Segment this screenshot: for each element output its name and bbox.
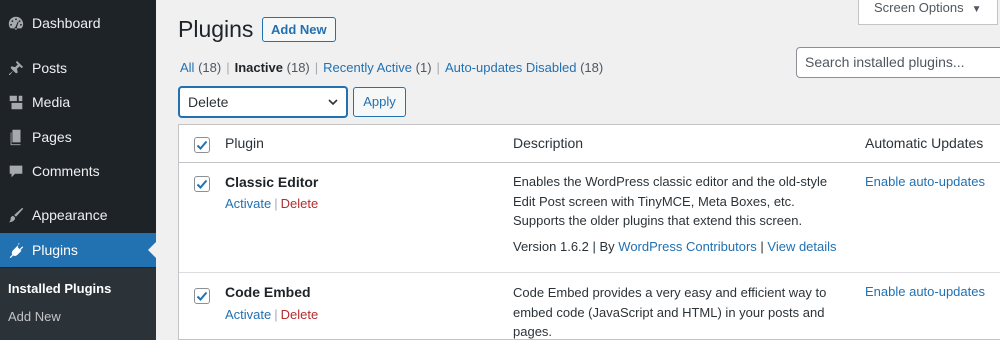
sidebar-item-label: Pages — [32, 129, 72, 145]
activate-link[interactable]: Activate — [225, 307, 271, 322]
filter-all-count: (18) — [198, 60, 222, 75]
plugins-submenu: Installed Plugins Add New — [0, 268, 156, 340]
page-title: Plugins — [178, 16, 254, 42]
chevron-down-icon — [328, 99, 338, 106]
column-automatic-updates: Automatic Updates — [865, 135, 984, 151]
pin-icon — [0, 59, 32, 77]
sidebar-item-appearance[interactable]: Appearance — [0, 198, 156, 232]
plugin-description: Code Embed provides a very easy and effi… — [513, 285, 827, 339]
screen-options-button[interactable]: Screen Options ▼ — [858, 0, 998, 25]
bulk-action-select[interactable]: Delete — [179, 87, 347, 117]
filter-recent-count: (1) — [415, 60, 432, 75]
filter-inactive-count: (18) — [286, 60, 310, 75]
sidebar-item-dashboard[interactable]: Dashboard — [0, 6, 156, 40]
checkmark-icon — [196, 179, 208, 189]
view-details-link[interactable]: View details — [767, 239, 836, 254]
submenu-installed-plugins[interactable]: Installed Plugins — [8, 281, 111, 296]
plugin-version: Version 1.6.2 — [513, 239, 589, 254]
checkmark-icon — [196, 291, 208, 301]
sidebar-item-label: Comments — [32, 163, 100, 179]
enable-auto-updates-link[interactable]: Enable auto-updates — [865, 284, 985, 299]
sidebar-item-label: Dashboard — [32, 15, 101, 31]
search-input[interactable]: Search installed plugins... — [796, 47, 1000, 78]
plugins-table: Plugin Description Automatic Updates Cla… — [178, 124, 1000, 340]
filter-recently-active[interactable]: Recently Active — [323, 60, 412, 75]
filter-auto-updates-disabled[interactable]: Auto-updates Disabled — [445, 60, 577, 75]
add-new-button[interactable]: Add New — [262, 17, 336, 42]
sidebar-item-label: Posts — [32, 60, 68, 76]
table-row: Code Embed Activate | Delete Code Embed pr… — [179, 272, 1000, 340]
filter-autoupd-count: (18) — [580, 60, 604, 75]
delete-link[interactable]: Delete — [281, 196, 319, 211]
sidebar-item-label: Appearance — [32, 207, 108, 223]
row-checkbox[interactable] — [194, 176, 210, 192]
admin-sidebar: Dashboard Posts Media Pages Comments App… — [0, 0, 156, 340]
delete-link[interactable]: Delete — [281, 307, 319, 322]
row-actions: Activate | Delete — [225, 307, 319, 322]
sidebar-item-pages[interactable]: Pages — [0, 120, 156, 154]
filter-all[interactable]: All — [180, 60, 194, 75]
caret-down-icon: ▼ — [971, 4, 982, 15]
table-row: Classic Editor Activate | Delete Enables t… — [179, 164, 1000, 272]
submenu-add-new[interactable]: Add New — [8, 309, 61, 324]
bulk-action-value: Delete — [188, 94, 229, 110]
plugin-name: Code Embed — [225, 284, 311, 300]
plugin-meta: Version 1.6.2 | By WordPress Contributor… — [513, 239, 837, 254]
plugin-icon — [0, 241, 32, 259]
brush-icon — [0, 206, 32, 224]
screen-options-label: Screen Options — [874, 0, 964, 15]
sidebar-item-media[interactable]: Media — [0, 85, 156, 119]
sidebar-item-plugins[interactable]: Plugins — [0, 233, 156, 267]
apply-button[interactable]: Apply — [353, 87, 406, 117]
column-plugin: Plugin — [225, 135, 264, 151]
page-icon — [0, 128, 32, 146]
author-link[interactable]: WordPress Contributors — [618, 239, 756, 254]
filter-inactive[interactable]: Inactive — [235, 60, 283, 75]
table-header: Plugin Description Automatic Updates — [179, 125, 1000, 163]
by-label: By — [599, 239, 615, 254]
plugin-name: Classic Editor — [225, 174, 319, 190]
sidebar-item-label: Media — [32, 94, 71, 110]
media-icon — [0, 93, 32, 111]
row-checkbox[interactable] — [194, 288, 210, 304]
sidebar-item-comments[interactable]: Comments — [0, 154, 156, 188]
plugin-description: Enables the WordPress classic editor and… — [513, 174, 828, 228]
plugin-status-filters: All (18) | Inactive (18) | Recently Active (… — [180, 60, 604, 75]
main-content: Plugins Add New Screen Options ▼ All (18)… — [156, 0, 1000, 340]
checkmark-icon — [196, 140, 208, 150]
row-actions: Activate | Delete — [225, 196, 319, 211]
sidebar-item-posts[interactable]: Posts — [0, 51, 156, 85]
dashboard-icon — [0, 14, 32, 32]
column-description: Description — [513, 135, 584, 151]
comment-icon — [0, 162, 32, 180]
select-all-checkbox[interactable] — [194, 137, 210, 153]
activate-link[interactable]: Activate — [225, 196, 271, 211]
enable-auto-updates-link[interactable]: Enable auto-updates — [865, 174, 985, 189]
sidebar-item-label: Plugins — [32, 242, 78, 258]
